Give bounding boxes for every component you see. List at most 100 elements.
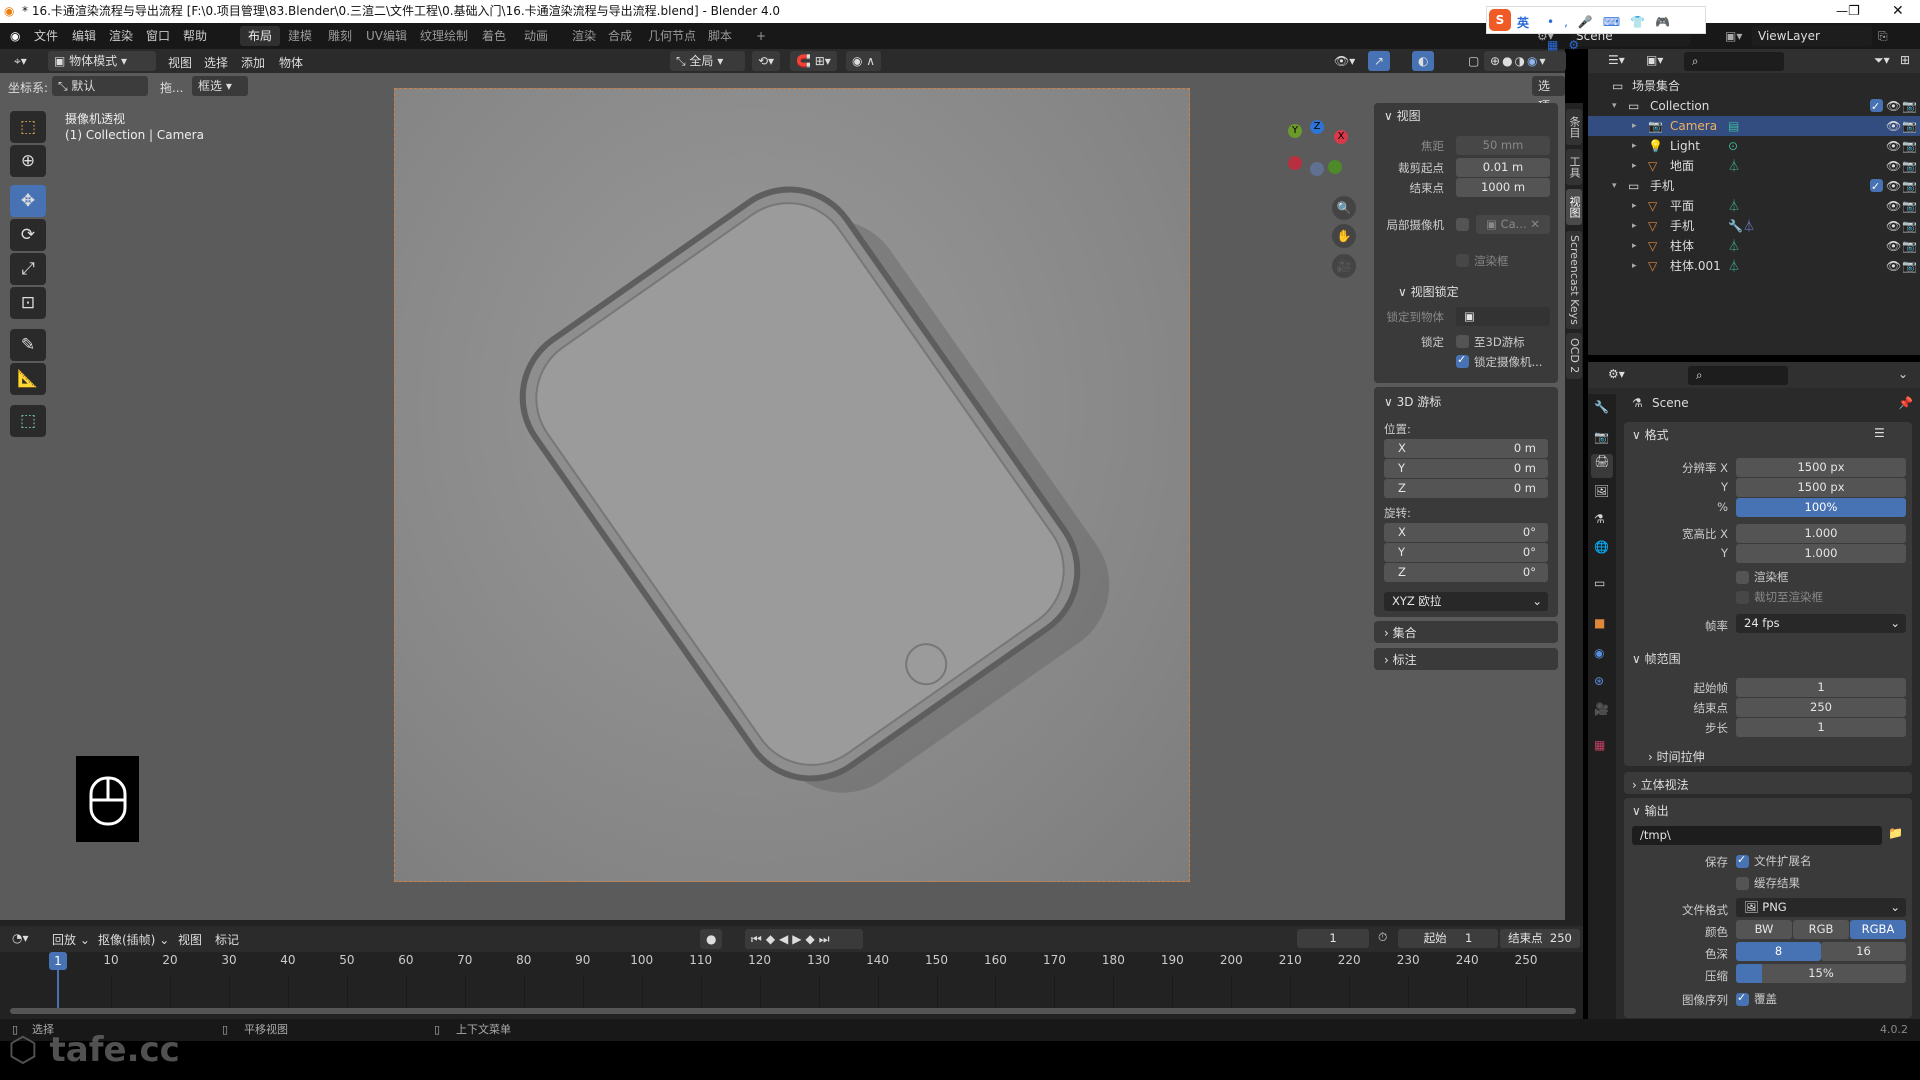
- rotation-z-field[interactable]: Z 0°: [1384, 563, 1548, 582]
- editor-type-icon[interactable]: ⌖▾: [8, 51, 33, 71]
- play-reverse-icon[interactable]: ◀: [779, 932, 792, 946]
- render-camera-icon[interactable]: 📷: [1902, 216, 1917, 236]
- expand-arrow-icon[interactable]: ▾: [1612, 96, 1617, 116]
- measure-tool[interactable]: 📐: [10, 363, 46, 395]
- zoom-icon[interactable]: 🔍: [1332, 196, 1356, 220]
- rendered-icon[interactable]: ◉: [1527, 54, 1539, 68]
- filter-icon[interactable]: ⏷▾: [1874, 53, 1890, 68]
- outliner-row[interactable]: ▸ ▽ 柱体 ⏃ 👁 📷: [1588, 236, 1920, 256]
- tool-tab-icon[interactable]: 🔧: [1594, 400, 1609, 414]
- tab-tool[interactable]: 工具: [1566, 149, 1582, 185]
- timeline-scrollbar[interactable]: [10, 1008, 1576, 1014]
- output-panel-header[interactable]: ∨ 输出: [1632, 802, 1669, 819]
- properties-search-input[interactable]: ⌕: [1688, 366, 1788, 385]
- local-camera-checkbox[interactable]: [1456, 218, 1469, 231]
- playback-controls[interactable]: ⏮◆◀▶◆⏭: [745, 929, 863, 949]
- gizmo-x-axis[interactable]: X: [1334, 130, 1348, 144]
- outliner-row[interactable]: ▸ 📷 Camera ▤ 👁 📷: [1588, 116, 1920, 136]
- expand-arrow-icon[interactable]: ▸: [1632, 136, 1637, 156]
- overlay-toggle-icon[interactable]: ◐: [1412, 51, 1435, 71]
- outliner-row[interactable]: ▸ ▽ 平面 ⏃ 👁 📷: [1588, 196, 1920, 216]
- location-z-field[interactable]: Z 0 m: [1384, 479, 1548, 498]
- view-layer-selector[interactable]: ViewLayer: [1752, 26, 1872, 46]
- color-depth-8[interactable]: 8: [1736, 942, 1821, 961]
- world-tab-icon[interactable]: 🌐: [1594, 540, 1609, 554]
- rotation-x-field[interactable]: X 0°: [1384, 523, 1548, 542]
- format-panel-header[interactable]: ∨ 格式: [1632, 426, 1669, 443]
- render-camera-icon[interactable]: 📷: [1902, 196, 1917, 216]
- light-data-icon[interactable]: ⊙: [1728, 136, 1738, 156]
- timeline-menu-playback[interactable]: 回放 ⌄: [52, 931, 90, 948]
- new-collection-icon[interactable]: ⊞: [1900, 53, 1910, 67]
- eye-icon[interactable]: 👁: [1886, 256, 1901, 276]
- options-chevron-icon[interactable]: ⌄: [1898, 367, 1908, 381]
- options-button[interactable]: 选项 ▾: [1532, 76, 1565, 133]
- close-window-button[interactable]: ✕: [1892, 0, 1904, 23]
- stereoscopy-panel-header[interactable]: › 立体视法: [1632, 776, 1689, 793]
- eye-icon[interactable]: 👁: [1886, 156, 1901, 176]
- play-icon[interactable]: ▶: [792, 932, 805, 946]
- gizmo-neg-z[interactable]: [1310, 162, 1324, 176]
- mesh-data-icon[interactable]: ⏃: [1728, 256, 1740, 276]
- physics-tab-icon[interactable]: ◉: [1594, 646, 1604, 660]
- exclude-checkbox[interactable]: [1870, 177, 1883, 197]
- rotation-mode-selector[interactable]: XYZ 欧拉 ⌄: [1384, 592, 1548, 611]
- view-panel-header[interactable]: ∨ 视图: [1384, 107, 1421, 124]
- menu-file[interactable]: 文件: [34, 23, 58, 49]
- mesh-data-icon[interactable]: ⏃: [1728, 196, 1740, 216]
- blender-menu-icon[interactable]: ◉: [10, 23, 20, 49]
- location-y-field[interactable]: Y 0 m: [1384, 459, 1548, 478]
- ime-tool-icons[interactable]: •,🎤⌨👕🎮▦⚙: [1547, 11, 1705, 57]
- workspace-tab[interactable]: 雕刻: [320, 26, 360, 46]
- aspect-y-field[interactable]: 1.000: [1736, 544, 1906, 563]
- render-camera-icon[interactable]: 📷: [1902, 176, 1917, 196]
- tab-view[interactable]: 视图: [1566, 189, 1582, 225]
- color-depth-16[interactable]: 16: [1821, 942, 1906, 961]
- workspace-tab[interactable]: 布局: [240, 26, 281, 46]
- folder-icon[interactable]: 📁: [1888, 826, 1903, 840]
- constraints-tab-icon[interactable]: ⊛: [1594, 674, 1604, 688]
- list-presets-icon[interactable]: ☰: [1874, 426, 1885, 440]
- eye-icon[interactable]: 👁: [1886, 216, 1901, 236]
- workspace-tab[interactable]: 着色: [474, 26, 514, 46]
- end-frame-field[interactable]: 结束点 250: [1500, 929, 1580, 948]
- workspace-tab[interactable]: 合成: [600, 26, 640, 46]
- menu-window[interactable]: 窗口: [146, 23, 170, 49]
- frame-step-field[interactable]: 1: [1736, 718, 1906, 737]
- eye-icon[interactable]: 👁: [1886, 196, 1901, 216]
- lock-to-cursor-checkbox[interactable]: [1456, 335, 1469, 348]
- editor-type-icon[interactable]: ⚙▾: [1608, 367, 1625, 381]
- visibility-icon[interactable]: 👁▾: [1328, 51, 1361, 71]
- current-frame-field[interactable]: 1: [1297, 929, 1369, 948]
- new-view-layer-icon[interactable]: ⎘: [1878, 23, 1888, 49]
- frame-range-panel-header[interactable]: ∨ 帧范围: [1632, 650, 1681, 667]
- start-frame-field[interactable]: 起始 1: [1398, 929, 1498, 948]
- camera-view-icon[interactable]: 🎥: [1332, 254, 1356, 278]
- rotate-tool[interactable]: ⟳: [10, 219, 46, 251]
- pivot-point-icon[interactable]: ⟲▾: [752, 51, 781, 71]
- location-x-field[interactable]: X 0 m: [1384, 439, 1548, 458]
- outliner-row[interactable]: ▸ ▽ 地面 ⏃ 👁 📷: [1588, 156, 1920, 176]
- render-region-checkbox[interactable]: [1736, 571, 1749, 584]
- eye-icon[interactable]: 👁: [1886, 176, 1901, 196]
- collection-tab-icon[interactable]: ▭: [1594, 576, 1605, 590]
- texture-tab-icon[interactable]: ▦: [1594, 738, 1605, 752]
- view-layer-icon[interactable]: ▣▾: [1725, 23, 1742, 49]
- transform-tool[interactable]: ⊡: [10, 287, 46, 319]
- frame-end-field[interactable]: 250: [1736, 698, 1906, 717]
- render-region-checkbox[interactable]: [1456, 254, 1469, 267]
- gizmo-z-axis[interactable]: Z: [1310, 120, 1324, 134]
- viewport-menu-select[interactable]: 选择: [204, 54, 228, 71]
- render-tab-icon[interactable]: 📷: [1594, 430, 1609, 444]
- camera-data-tab-icon[interactable]: 🎥: [1594, 702, 1609, 716]
- workspace-tab[interactable]: 渲染: [564, 26, 604, 46]
- file-format-selector[interactable]: 🖼 PNG ⌄: [1736, 898, 1906, 917]
- timeline-menu-keying[interactable]: 抠像(插帧) ⌄: [98, 931, 169, 948]
- 3d-cursor-header[interactable]: ∨ 3D 游标: [1384, 393, 1441, 410]
- pan-hand-icon[interactable]: ✋: [1332, 224, 1356, 248]
- viewport-menu-object[interactable]: 物体: [279, 54, 303, 71]
- minimize-button[interactable]: —: [1836, 0, 1848, 23]
- menu-render[interactable]: 渲染: [109, 23, 133, 49]
- view-layer-tab-icon[interactable]: 🖼: [1594, 484, 1609, 498]
- workspace-tab[interactable]: 建模: [280, 26, 320, 46]
